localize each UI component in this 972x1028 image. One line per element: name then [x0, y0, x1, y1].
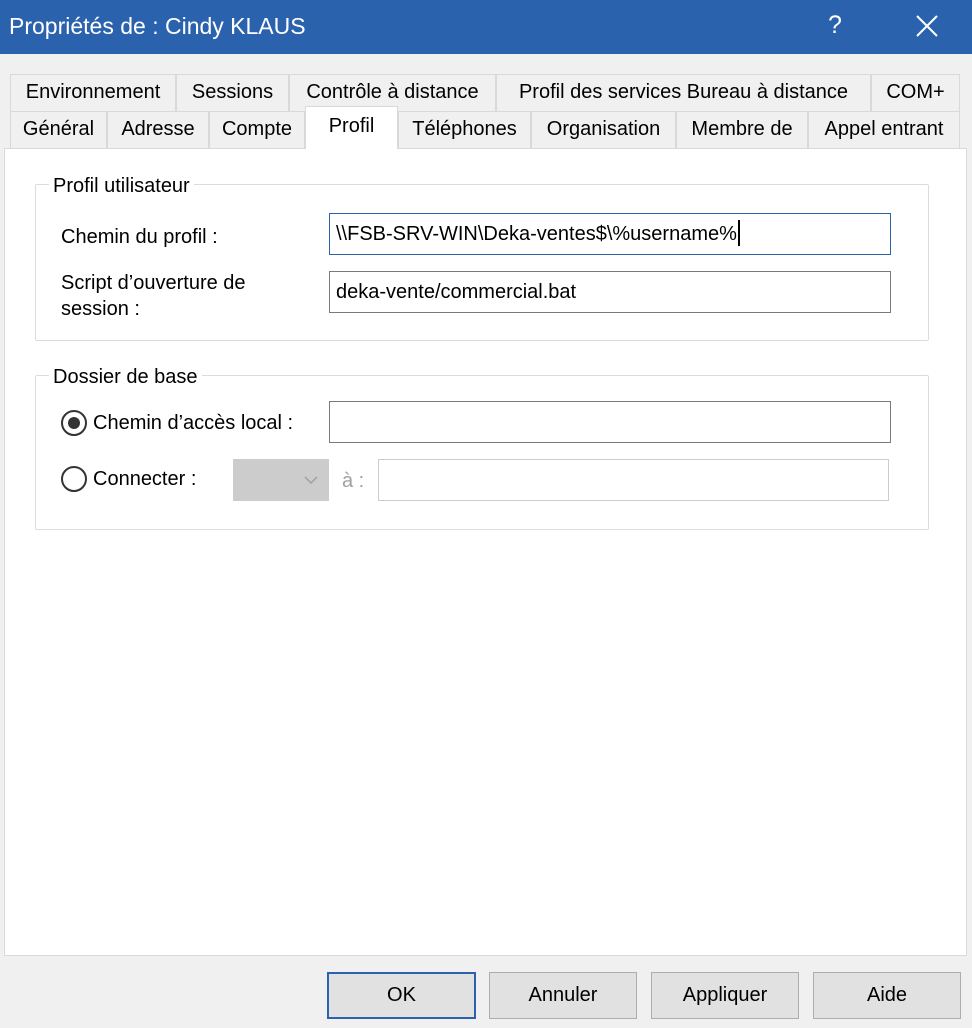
profile-path-label: Chemin du profil :	[61, 226, 218, 248]
tab-sessions[interactable]: Sessions	[176, 74, 289, 111]
chevron-down-icon	[304, 476, 318, 485]
tab-general[interactable]: Général	[10, 111, 107, 148]
text-caret	[737, 219, 740, 246]
help-button[interactable]: Aide	[813, 972, 961, 1019]
tab-environnement[interactable]: Environnement	[10, 74, 176, 111]
profile-path-value: \\FSB-SRV-WIN\Deka-ventes$\%username%	[336, 223, 737, 245]
connect-radio[interactable]	[61, 466, 87, 492]
tab-telephones[interactable]: Téléphones	[398, 111, 531, 148]
local-path-label: Chemin d’accès local :	[93, 412, 294, 434]
local-path-radio[interactable]	[61, 410, 87, 436]
to-label: à :	[342, 470, 365, 492]
ok-button[interactable]: OK	[327, 972, 476, 1019]
home-folder-group	[35, 375, 929, 530]
remote-path-input[interactable]	[378, 459, 889, 501]
radio-selected-dot	[68, 417, 80, 429]
tab-appel-entrant[interactable]: Appel entrant	[808, 111, 960, 148]
tab-organisation[interactable]: Organisation	[531, 111, 676, 148]
tab-adresse[interactable]: Adresse	[107, 111, 209, 148]
tab-profil[interactable]: Profil	[305, 106, 398, 149]
cancel-button[interactable]: Annuler	[489, 972, 637, 1019]
help-title-button[interactable]: ?	[812, 4, 858, 50]
logon-script-label-line2: session :	[61, 298, 140, 320]
window-title: Propriétés de : Cindy KLAUS	[9, 13, 306, 39]
home-folder-legend: Dossier de base	[49, 365, 202, 389]
tab-compte[interactable]: Compte	[209, 111, 305, 148]
logon-script-input[interactable]: deka-vente/commercial.bat	[329, 271, 891, 313]
tab-profil-services-bureau[interactable]: Profil des services Bureau à distance	[496, 74, 871, 111]
tab-membre-de[interactable]: Membre de	[676, 111, 808, 148]
apply-button[interactable]: Appliquer	[651, 972, 799, 1019]
close-button[interactable]	[904, 4, 950, 50]
connect-label: Connecter :	[93, 468, 197, 490]
profile-path-input[interactable]: \\FSB-SRV-WIN\Deka-ventes$\%username%	[329, 213, 891, 255]
drive-letter-combo[interactable]	[233, 459, 329, 501]
close-icon	[916, 15, 938, 37]
logon-script-label-line1: Script d’ouverture de	[61, 272, 246, 294]
user-profile-legend: Profil utilisateur	[49, 174, 194, 198]
user-profile-group	[35, 184, 929, 341]
tab-com-plus[interactable]: COM+	[871, 74, 960, 111]
local-path-input[interactable]	[329, 401, 891, 443]
profile-tab-panel: Profil utilisateur Chemin du profil : \\…	[4, 148, 967, 956]
